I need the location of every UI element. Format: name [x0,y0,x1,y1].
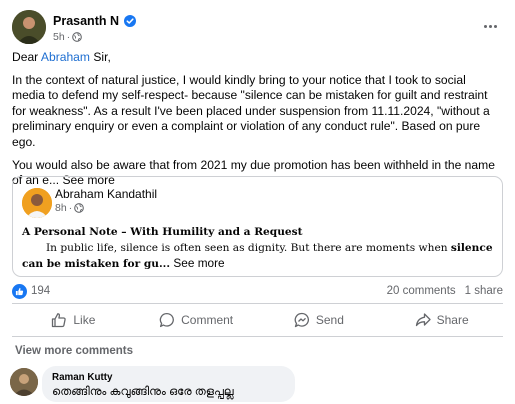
engagement-counts: 20 comments 1 share [387,285,503,297]
shared-post-title: A Personal Note – With Humility and a Re… [22,226,303,238]
commenter-name[interactable]: Raman Kutty [52,372,285,383]
verified-icon [124,15,136,27]
shared-post-time[interactable]: 8h [55,202,67,214]
share-icon [415,313,431,327]
shared-post-excerpt: In public life, silence is often seen as… [22,241,493,271]
action-bar: Like Comment Send Share [12,306,503,334]
like-label: Like [73,313,96,327]
author-avatar[interactable] [12,10,46,44]
shared-author-name[interactable]: Abraham Kandathil [55,187,157,201]
send-button[interactable]: Send [258,306,381,334]
post-greeting: Dear Abraham Sir, [12,50,111,64]
shared-author-avatar[interactable] [22,188,52,218]
post-time[interactable]: 5h [53,31,65,43]
shared-post-card[interactable]: Abraham Kandathil 8h · A Personal Note –… [12,176,503,277]
comment-icon [159,312,175,328]
post-meta: 5h · [53,31,82,43]
meta-separator: · [66,31,71,43]
comment-count[interactable]: 20 comments [387,285,456,297]
comment-label: Comment [181,313,234,327]
share-count[interactable]: 1 share [465,285,503,297]
like-icon [52,313,67,328]
globe-icon [74,203,84,213]
comment-item: Raman Kutty തെങ്ങിനും കവുങ്ങിനും ഒരേ തളപ… [10,366,503,404]
divider [12,336,503,337]
shared-post-meta: 8h · [55,202,84,214]
reaction-count[interactable]: 194 [31,285,50,297]
meta-separator: · [68,202,73,214]
shared-post-body: A Personal Note – With Humility and a Re… [22,225,498,273]
author-name[interactable]: Prasanth N [53,14,119,28]
comment-bubble: Raman Kutty തെങ്ങിനും കവുങ്ങിനും ഒരേ തളപ… [42,366,295,402]
more-options-icon[interactable] [477,16,503,36]
mention-link[interactable]: Abraham [41,50,90,64]
send-icon [294,312,309,328]
like-reaction-icon[interactable] [12,284,27,299]
divider [12,303,503,304]
comment-button[interactable]: Comment [135,306,258,334]
commenter-avatar[interactable] [10,368,38,396]
post-header: Prasanth N 5h · [12,10,503,46]
post-paragraph: In the context of natural justice, I wou… [12,72,490,149]
share-label: Share [436,313,469,327]
comment-text: തെങ്ങിനും കവുങ്ങിനും ഒരേ തളപ്പല്ല [52,386,234,398]
post-stats: 194 20 comments 1 share [12,284,503,300]
like-button[interactable]: Like [12,306,135,334]
share-button[interactable]: Share [380,306,503,334]
send-label: Send [315,313,344,327]
view-more-comments-link[interactable]: View more comments [15,345,133,357]
post-text: Dear Abraham Sir, In the context of natu… [12,50,496,196]
globe-icon [72,32,82,42]
see-more-link[interactable]: See more [173,256,224,270]
